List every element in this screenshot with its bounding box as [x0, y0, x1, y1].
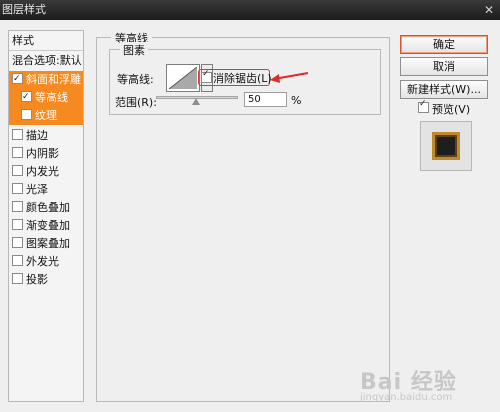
checkbox-icon[interactable] — [21, 89, 32, 106]
divider — [9, 50, 83, 51]
checkbox-icon[interactable] — [12, 71, 23, 88]
style-preview — [420, 121, 472, 171]
style-item-label: 投影 — [26, 273, 48, 286]
style-item-label: 纹理 — [35, 109, 57, 122]
style-item-gradient-overlay[interactable]: 渐变叠加 — [9, 217, 83, 235]
contour-label: 等高线: — [117, 73, 154, 86]
style-item-label: 图案叠加 — [26, 237, 70, 250]
contour-curve-icon — [169, 67, 197, 89]
style-item-satin[interactable]: 光泽 — [9, 181, 83, 199]
range-label: 范围(R): — [115, 96, 157, 109]
checkbox-icon[interactable] — [21, 109, 32, 120]
style-item-label: 描边 — [26, 129, 48, 142]
styles-list: 样式 混合选项:默认 斜面和浮雕 等高线 纹理 描边 内阴影 内发光 光泽 颜色… — [8, 30, 84, 402]
checkbox-icon[interactable] — [12, 201, 23, 212]
new-style-button[interactable]: 新建样式(W)... — [400, 80, 488, 99]
range-input[interactable]: 50 — [244, 92, 287, 107]
window-title: 图层样式 — [2, 3, 46, 16]
style-item-label: 等高线 — [35, 91, 68, 104]
checkbox-icon[interactable] — [12, 273, 23, 284]
style-item-label: 内发光 — [26, 165, 59, 178]
close-icon[interactable]: ✕ — [482, 3, 496, 17]
checkbox-icon[interactable] — [12, 255, 23, 266]
style-item-inner-glow[interactable]: 内发光 — [9, 163, 83, 181]
style-item-contour[interactable]: 等高线 — [9, 89, 83, 107]
style-item-label: 外发光 — [26, 255, 59, 268]
checkbox-icon[interactable] — [12, 147, 23, 158]
range-unit: % — [291, 94, 302, 107]
arrow-icon — [270, 72, 309, 83]
style-item-label: 渐变叠加 — [26, 219, 70, 232]
watermark-sub: jingyan.baidu.com — [360, 392, 453, 403]
watermark: Bai 经验 jingyan.baidu.com — [360, 364, 457, 403]
group-title: 图素 — [120, 42, 148, 58]
contour-picker[interactable] — [166, 64, 200, 92]
antialias-label[interactable]: 消除锯齿(L) — [213, 70, 272, 86]
style-item-label: 颜色叠加 — [26, 201, 70, 214]
cancel-button[interactable]: 取消 — [400, 57, 488, 76]
range-slider-thumb[interactable] — [192, 98, 200, 105]
style-item-inner-shadow[interactable]: 内阴影 — [9, 145, 83, 163]
style-item-label: 内阴影 — [26, 147, 59, 160]
blend-options-item[interactable]: 混合选项:默认 — [9, 52, 83, 70]
style-item-outer-glow[interactable]: 外发光 — [9, 253, 83, 271]
style-item-color-overlay[interactable]: 颜色叠加 — [9, 199, 83, 217]
checkbox-icon[interactable] — [12, 237, 23, 248]
style-item-stroke[interactable]: 描边 — [9, 127, 83, 145]
checkbox-icon[interactable] — [12, 183, 23, 194]
preview-checkbox[interactable] — [418, 99, 429, 113]
checkbox-icon[interactable] — [12, 219, 23, 230]
preview-label[interactable]: 预览(V) — [432, 101, 470, 117]
style-item-drop-shadow[interactable]: 投影 — [9, 271, 83, 289]
styles-header: 样式 — [12, 34, 34, 47]
style-item-bevel-emboss[interactable]: 斜面和浮雕 — [9, 71, 83, 89]
style-item-texture[interactable]: 纹理 — [9, 107, 83, 125]
ok-button[interactable]: 确定 — [400, 35, 488, 54]
style-item-pattern-overlay[interactable]: 图案叠加 — [9, 235, 83, 253]
title-bar: 图层样式 ✕ — [0, 0, 500, 20]
preview-swatch — [432, 132, 460, 160]
style-item-label: 光泽 — [26, 183, 48, 196]
antialias-checkbox[interactable] — [201, 69, 212, 83]
checkbox-icon[interactable] — [12, 129, 23, 140]
style-item-label: 斜面和浮雕 — [26, 73, 81, 86]
checkbox-icon[interactable] — [12, 165, 23, 176]
